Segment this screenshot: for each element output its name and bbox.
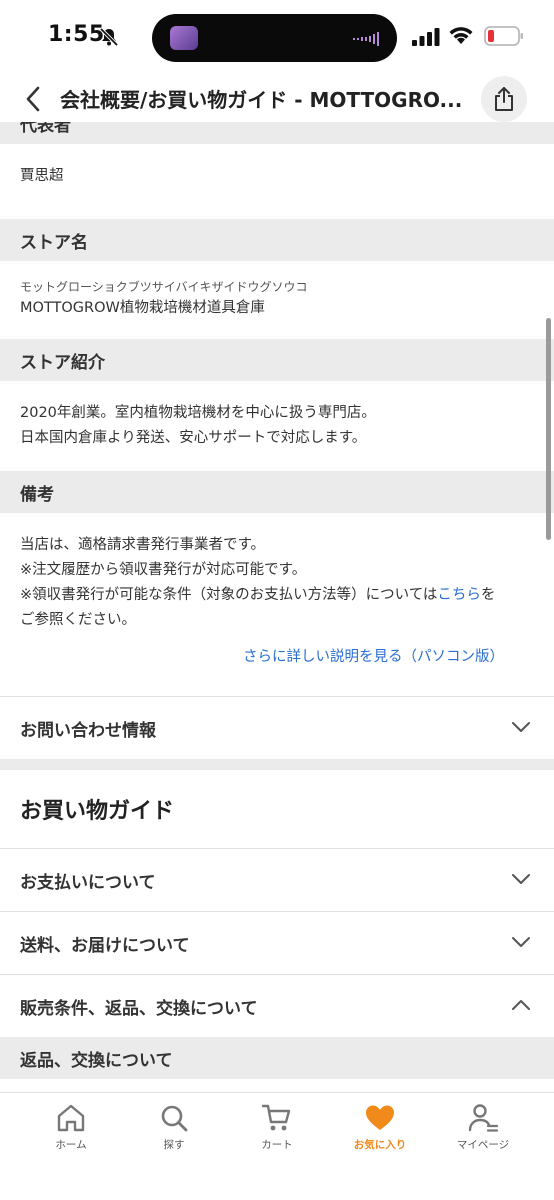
- shipping-label: 送料、お届けについて: [20, 935, 190, 956]
- receipt-conditions-link[interactable]: こちら: [437, 587, 481, 603]
- store-intro-line1: 2020年創業。室内植物栽培機材を中心に扱う専門店。: [20, 405, 376, 421]
- tab-favorites-label: お気に入り: [353, 1139, 407, 1151]
- tab-search-label: 探す: [163, 1139, 185, 1151]
- store-intro-line2: 日本国内倉庫より発送、安心サポートで対応します。: [20, 430, 367, 446]
- returns-section: [0, 1079, 554, 1092]
- returns-header: 返品、交換について: [0, 1037, 554, 1079]
- store-intro-section: 2020年創業。室内植物栽培機材を中心に扱う専門店。 日本国内倉庫より発送、安心…: [0, 381, 554, 471]
- remarks-line3-tail: を: [480, 587, 496, 603]
- sales-conditions-label: 販売条件、返品、交換について: [20, 998, 258, 1019]
- now-playing-artwork: [170, 26, 198, 50]
- search-icon: [161, 1105, 188, 1132]
- payment-label: お支払いについて: [20, 872, 156, 893]
- tab-home-label: ホーム: [55, 1139, 87, 1151]
- store-name-section: モットグローショクブツサイバイキザイドウグソウコ MOTTOGROW植物栽培機材…: [0, 261, 554, 339]
- content-scroll-area[interactable]: 代表者 賈思超 ストア名 モットグローショクブツサイバイキザイドウグソウコ MO…: [0, 122, 554, 1092]
- payment-accordion[interactable]: お支払いについて: [0, 848, 554, 911]
- representative-section: 賈思超: [0, 144, 554, 219]
- home-icon: [57, 1104, 85, 1132]
- share-button[interactable]: [481, 76, 527, 122]
- section-divider: [0, 759, 554, 770]
- remarks-line3: ※領収書発行が可能な条件（対象のお支払い方法等）についてはこちらを: [20, 583, 534, 608]
- remarks-line4: ご参照ください。: [20, 612, 136, 628]
- status-time: 1:55: [48, 22, 105, 47]
- chevron-up-icon: [512, 1000, 530, 1010]
- nav-bar: 会社概要/お買い物ガイド - MOTTOGRO...: [0, 76, 554, 122]
- dynamic-island: [152, 14, 397, 62]
- store-name-kana: モットグローショクブツサイバイキザイドウグソウコ: [20, 280, 308, 294]
- share-icon: [495, 87, 513, 111]
- tab-cart[interactable]: カート: [227, 1101, 327, 1161]
- person-icon: [468, 1104, 499, 1132]
- store-name-header: ストア名: [0, 219, 554, 261]
- contact-info-accordion[interactable]: お問い合わせ情報: [0, 696, 554, 759]
- remarks-header: 備考: [0, 471, 554, 513]
- tab-favorites[interactable]: お気に入り: [330, 1101, 430, 1161]
- remarks-line2: ※注文履歴から領収書発行が対応可能です。: [20, 562, 307, 578]
- chevron-down-icon: [512, 937, 530, 947]
- remarks-line3-text: ※領収書発行が可能な条件（対象のお支払い方法等）については: [20, 587, 438, 603]
- chevron-down-icon: [512, 874, 530, 884]
- store-name-value: MOTTOGROW植物栽培機材道具倉庫: [20, 300, 265, 316]
- remarks-line1: 当店は、適格請求書発行事業者です。: [20, 537, 266, 553]
- tab-search[interactable]: 探す: [124, 1101, 224, 1161]
- cellular-signal-icon: [412, 28, 440, 46]
- contact-info-label: お問い合わせ情報: [20, 720, 156, 741]
- audio-wave-icon: [353, 32, 379, 46]
- tab-mypage[interactable]: マイページ: [433, 1101, 533, 1161]
- battery-low-icon: [484, 26, 523, 46]
- shopping-guide-title: お買い物ガイド: [20, 799, 175, 824]
- wifi-icon: [449, 27, 473, 44]
- representative-header: 代表者: [0, 122, 554, 144]
- chevron-down-icon: [512, 722, 530, 732]
- tab-cart-label: カート: [261, 1139, 293, 1151]
- page-title: 会社概要/お買い物ガイド - MOTTOGRO...: [60, 88, 463, 112]
- shipping-accordion[interactable]: 送料、お届けについて: [0, 911, 554, 974]
- scrollbar[interactable]: [546, 318, 551, 540]
- tab-bar: ホーム 探す カート お気に入り マイページ: [0, 1092, 554, 1200]
- heart-icon: [366, 1105, 394, 1130]
- chevron-left-icon: [26, 86, 40, 112]
- bell-muted-icon: [99, 27, 119, 47]
- sales-conditions-accordion[interactable]: 販売条件、返品、交換について: [0, 974, 554, 1037]
- representative-value: 賈思超: [20, 168, 64, 184]
- store-intro-header: ストア紹介: [0, 339, 554, 381]
- back-button[interactable]: [18, 82, 48, 116]
- cart-icon: [261, 1104, 291, 1131]
- remarks-section: 当店は、適格請求書発行事業者です。 ※注文履歴から領収書発行が対応可能です。 ※…: [0, 513, 554, 696]
- tab-mypage-label: マイページ: [456, 1139, 510, 1151]
- pc-details-link[interactable]: さらに詳しい説明を見る（パソコン版）: [20, 645, 534, 670]
- status-bar: 1:55: [0, 0, 554, 76]
- tab-home[interactable]: ホーム: [21, 1101, 121, 1161]
